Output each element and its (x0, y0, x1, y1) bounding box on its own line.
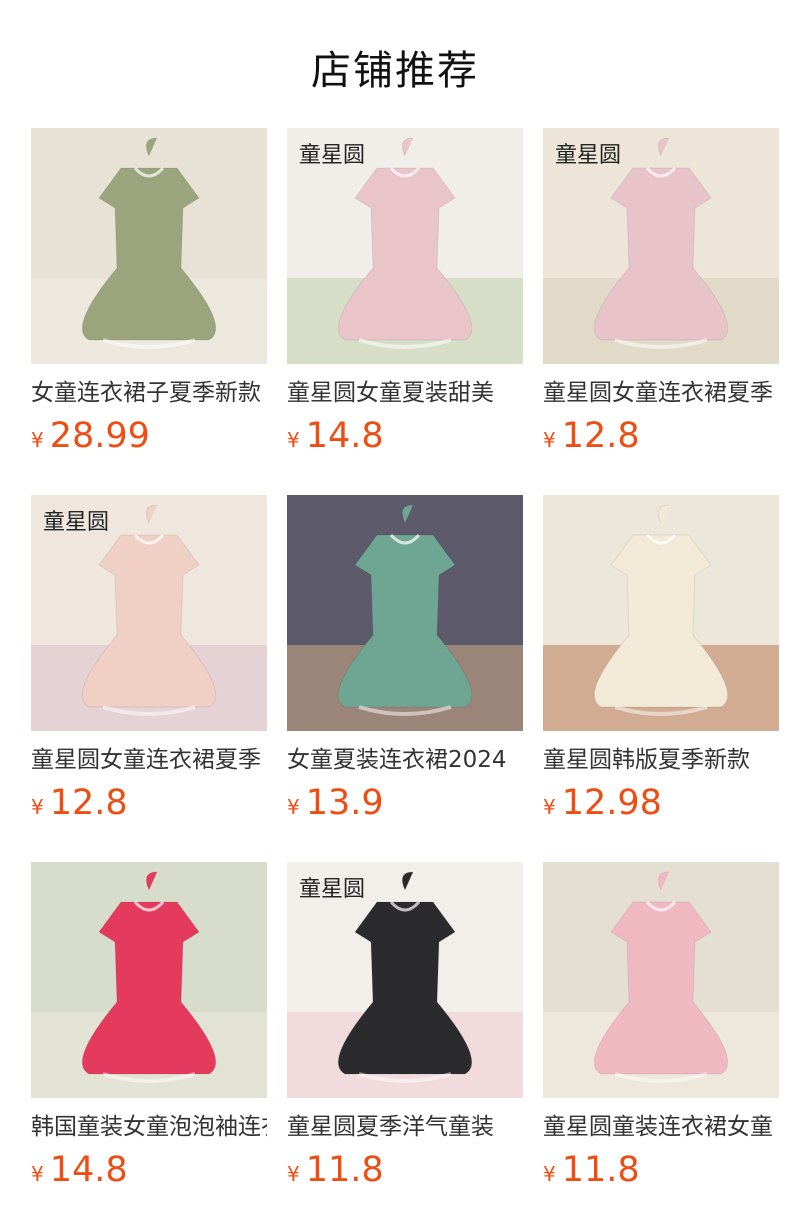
product-name[interactable]: 童星圆女童连衣裙夏季 (543, 376, 779, 410)
product-image[interactable]: 童星圆 (31, 495, 267, 731)
product-price: ¥14.8 (287, 416, 523, 462)
watermark-logo: 童星圆 (43, 510, 109, 535)
product-price: ¥14.8 (31, 1150, 267, 1196)
price-value: 13.9 (305, 783, 384, 823)
product-image[interactable] (543, 495, 779, 731)
product-card[interactable]: 女童连衣裙子夏季新款 ¥28.99 (31, 128, 267, 462)
product-price: ¥12.98 (543, 783, 779, 829)
currency-symbol: ¥ (31, 428, 44, 452)
product-photo-illustration (31, 128, 267, 364)
product-card[interactable]: 童星圆童星圆女童夏装甜美 ¥14.8 (287, 128, 523, 462)
product-price: ¥11.8 (287, 1150, 523, 1196)
product-card[interactable]: 童星圆童装连衣裙女童 ¥11.8 (543, 862, 779, 1196)
price-value: 14.8 (49, 1150, 128, 1190)
price-value: 28.99 (49, 416, 150, 456)
watermark-logo: 童星圆 (299, 877, 365, 902)
product-price: ¥13.9 (287, 783, 523, 829)
price-value: 12.8 (49, 783, 128, 823)
product-image[interactable]: 童星圆 (287, 862, 523, 1098)
product-price: ¥12.8 (543, 416, 779, 462)
product-name[interactable]: 韩国童装女童泡泡袖连衣裙 (31, 1110, 267, 1144)
product-card[interactable]: 童星圆韩版夏季新款 ¥12.98 (543, 495, 779, 829)
product-photo-illustration (543, 862, 779, 1098)
product-photo-illustration: 童星圆 (287, 128, 523, 364)
product-photo-illustration (31, 862, 267, 1098)
price-value: 12.98 (561, 783, 662, 823)
product-photo-illustration: 童星圆 (287, 862, 523, 1098)
product-image[interactable] (543, 862, 779, 1098)
watermark-logo: 童星圆 (299, 143, 365, 168)
product-photo-illustration (287, 495, 523, 731)
currency-symbol: ¥ (287, 428, 300, 452)
watermark-logo: 童星圆 (555, 143, 621, 168)
price-value: 11.8 (305, 1150, 384, 1190)
product-name[interactable]: 童星圆童装连衣裙女童 (543, 1110, 779, 1144)
product-card[interactable]: 童星圆童星圆夏季洋气童装 ¥11.8 (287, 862, 523, 1196)
product-image[interactable]: 童星圆 (287, 128, 523, 364)
currency-symbol: ¥ (287, 1162, 300, 1186)
price-value: 12.8 (561, 416, 640, 456)
product-card[interactable]: 女童夏装连衣裙2024 ¥13.9 (287, 495, 523, 829)
currency-symbol: ¥ (31, 1162, 44, 1186)
currency-symbol: ¥ (287, 795, 300, 819)
price-value: 11.8 (561, 1150, 640, 1190)
product-card[interactable]: 韩国童装女童泡泡袖连衣裙 ¥14.8 (31, 862, 267, 1196)
currency-symbol: ¥ (31, 795, 44, 819)
product-name[interactable]: 童星圆夏季洋气童装 (287, 1110, 523, 1144)
page-title: 店铺推荐 (311, 48, 479, 94)
product-name[interactable]: 童星圆女童连衣裙夏季 (31, 743, 267, 777)
product-name[interactable]: 女童连衣裙子夏季新款 (31, 376, 267, 410)
product-photo-illustration: 童星圆 (543, 128, 779, 364)
currency-symbol: ¥ (543, 1162, 556, 1186)
product-price: ¥11.8 (543, 1150, 779, 1196)
product-photo-illustration (543, 495, 779, 731)
product-price: ¥12.8 (31, 783, 267, 829)
product-card[interactable]: 童星圆童星圆女童连衣裙夏季 ¥12.8 (31, 495, 267, 829)
product-image[interactable] (287, 495, 523, 731)
currency-symbol: ¥ (543, 428, 556, 452)
product-image[interactable] (31, 128, 267, 364)
price-value: 14.8 (305, 416, 384, 456)
product-name[interactable]: 童星圆韩版夏季新款 (543, 743, 779, 777)
product-name[interactable]: 女童夏装连衣裙2024 (287, 743, 523, 777)
product-price: ¥28.99 (31, 416, 267, 462)
product-image[interactable]: 童星圆 (543, 128, 779, 364)
product-card[interactable]: 童星圆童星圆女童连衣裙夏季 ¥12.8 (543, 128, 779, 462)
currency-symbol: ¥ (543, 795, 556, 819)
product-name[interactable]: 童星圆女童夏装甜美 (287, 376, 523, 410)
product-image[interactable] (31, 862, 267, 1098)
product-photo-illustration: 童星圆 (31, 495, 267, 731)
